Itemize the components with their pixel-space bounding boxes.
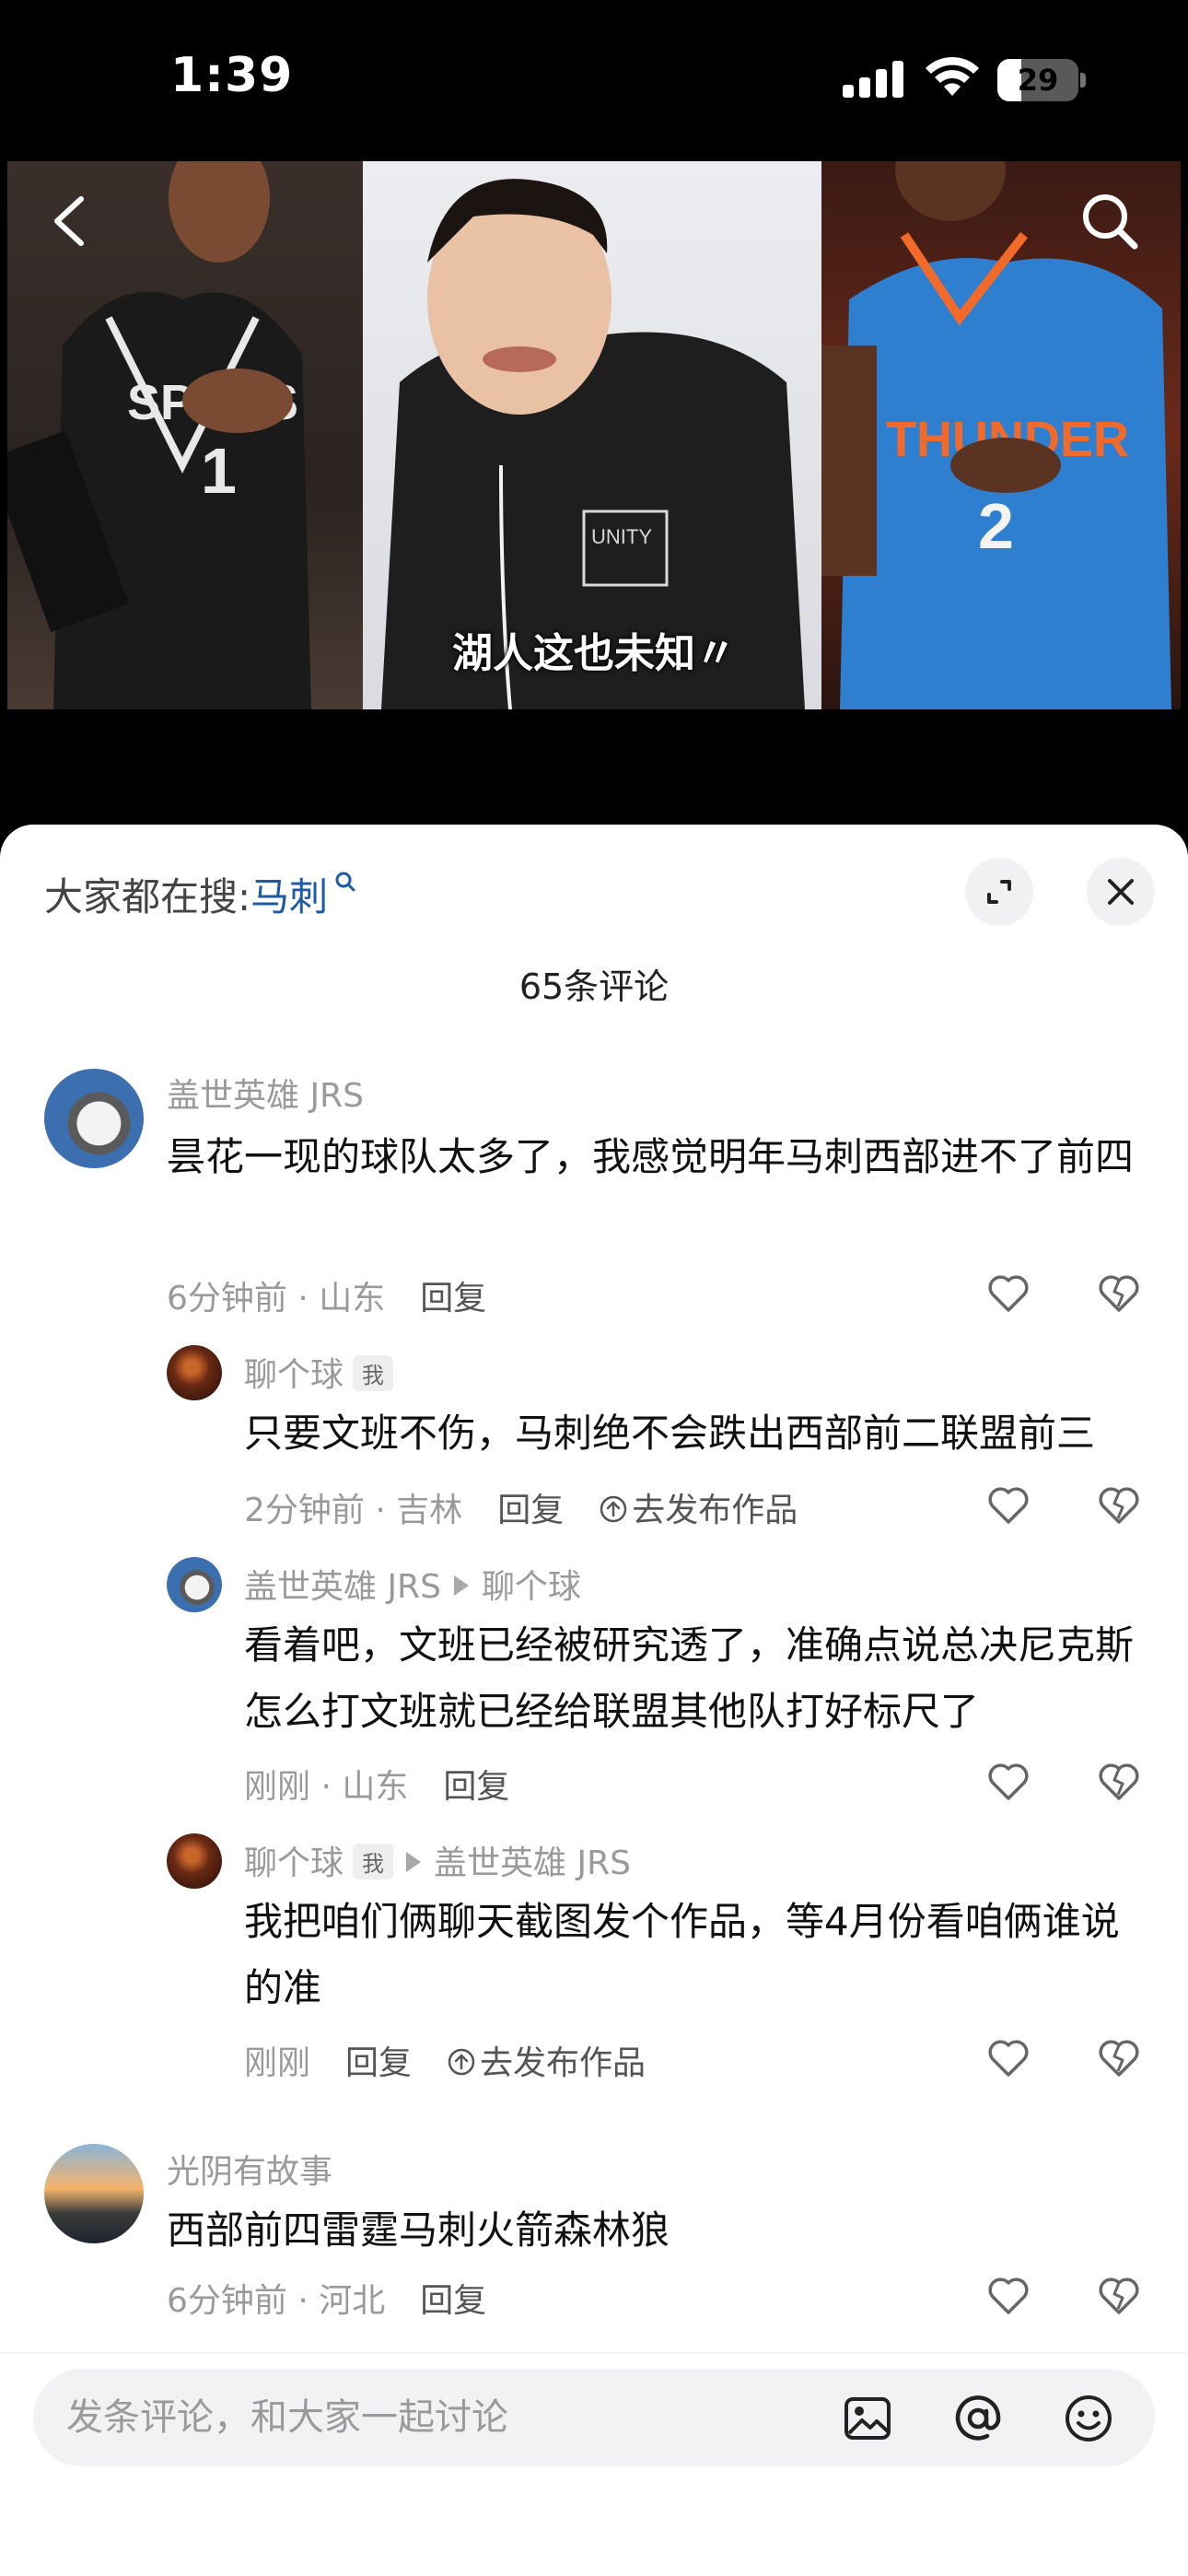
heart-icon[interactable] [985, 2034, 1031, 2080]
comment-username[interactable]: 光阴有故事 [167, 2145, 332, 2193]
comment-meta: 6分钟前 · 河北 回复 [167, 2274, 486, 2322]
wifi-icon [926, 56, 979, 96]
emoji-icon[interactable] [1063, 2393, 1114, 2444]
broken-heart-icon[interactable] [1096, 1758, 1142, 1804]
comment-username[interactable]: 盖世英雄 JRS [167, 1069, 364, 1117]
expand-icon [987, 880, 1011, 904]
reply-button[interactable]: 回复 [443, 1768, 509, 1806]
comment-text: 西部前四雷霆马刺火箭森林狼 [167, 2207, 670, 2253]
publish-button[interactable]: 去发布作品 [599, 1492, 798, 1529]
hot-search-keyword[interactable]: 马刺 [250, 874, 328, 919]
me-tag: 我 [353, 1843, 394, 1879]
svg-text:UNITY: UNITY [591, 525, 652, 548]
status-bar: 1:39 29 [0, 0, 1188, 161]
me-tag: 我 [353, 1354, 394, 1391]
broken-heart-icon[interactable] [1096, 1481, 1142, 1528]
at-icon[interactable] [952, 2393, 1004, 2444]
username[interactable]: 聊个球 [244, 1356, 344, 1394]
svg-text:1: 1 [201, 435, 237, 507]
username[interactable]: 聊个球 [244, 1844, 344, 1882]
reply-username[interactable]: 聊个球我 [244, 1348, 394, 1396]
search-icon[interactable] [1077, 189, 1142, 253]
comment-time: 刚刚 [244, 2044, 311, 2082]
comment-meta: 刚刚 回复 去发布作品 [244, 2036, 646, 2084]
broken-heart-icon[interactable] [1096, 2272, 1142, 2318]
comment-input[interactable] [66, 2369, 821, 2466]
video-player[interactable]: SPURS 1 UNITY THUNDER 2 湖人这也未知〃 [0, 161, 1188, 714]
reply-arrow-icon [453, 1575, 469, 1596]
reply-button[interactable]: 回复 [497, 1492, 564, 1529]
battery-level: 29 [1017, 63, 1059, 98]
heart-icon[interactable] [985, 1481, 1031, 1528]
video-subtitle: 湖人这也未知〃 [452, 630, 736, 677]
heart-icon[interactable] [985, 1758, 1031, 1804]
comment-meta: 6分钟前 · 山东 回复 [167, 1271, 486, 1319]
comment-input-bar [0, 2352, 1188, 2576]
reply-arrow-icon [406, 1852, 422, 1872]
comment-text: 只要文班不伤，马刺绝不会跌出西部前二联盟前三 [244, 1411, 1096, 1456]
comment-time: 刚刚 · 山东 [244, 1768, 409, 1806]
svg-text:2: 2 [978, 490, 1014, 562]
comment-count: 65条评论 [518, 966, 670, 1007]
close-button[interactable] [1087, 858, 1155, 926]
comment-text: 看着吧，文班已经被研究透了，准确点说总决尼克斯怎么打文班就已经给联盟其他队打好标… [244, 1622, 1135, 1734]
image-icon[interactable] [842, 2393, 893, 2444]
comment-text: 我把咱们俩聊天截图发个作品，等4月份看咱俩谁说的准 [244, 1899, 1120, 2010]
username[interactable]: 盖世英雄 JRS [167, 1077, 364, 1115]
comment-time: 6分钟前 · 河北 [167, 2282, 386, 2320]
status-time: 1:39 [170, 48, 294, 103]
reply-button[interactable]: 回复 [345, 2044, 412, 2082]
publish-label: 去发布作品 [480, 2044, 646, 2082]
username[interactable]: 盖世英雄 JRS [244, 1568, 441, 1606]
avatar[interactable] [167, 1345, 222, 1400]
avatar[interactable] [167, 1557, 222, 1612]
comment-input-box[interactable] [33, 2369, 1155, 2466]
reply-username[interactable]: 盖世英雄 JRS 聊个球 [244, 1560, 581, 1608]
username[interactable]: 光阴有故事 [167, 2153, 332, 2191]
broken-heart-icon[interactable] [1096, 2034, 1142, 2080]
hot-search-prefix: 大家都在搜: [44, 874, 251, 919]
publish-icon [600, 1495, 627, 1523]
expand-button[interactable] [965, 858, 1033, 926]
reply-to-username[interactable]: 聊个球 [482, 1568, 581, 1606]
broken-heart-icon[interactable] [1096, 1270, 1142, 1316]
avatar[interactable] [44, 2144, 144, 2243]
comment-meta: 刚刚 · 山东 回复 [244, 1760, 509, 1808]
avatar[interactable] [44, 1069, 144, 1168]
reply-button[interactable]: 回复 [420, 2282, 486, 2320]
publish-icon [448, 2048, 475, 2076]
heart-icon[interactable] [985, 1270, 1031, 1316]
comment-time: 2分钟前 · 吉林 [244, 1492, 463, 1529]
publish-button[interactable]: 去发布作品 [447, 2044, 646, 2082]
battery-icon: 29 [997, 59, 1086, 101]
cellular-signal-icon [843, 61, 903, 98]
heart-icon[interactable] [985, 2272, 1031, 2318]
reply-username[interactable]: 聊个球我 盖世英雄 JRS [244, 1836, 631, 1884]
reply-button[interactable]: 回复 [420, 1280, 486, 1317]
avatar[interactable] [167, 1833, 222, 1889]
publish-label: 去发布作品 [632, 1492, 798, 1529]
close-icon [1108, 879, 1134, 905]
back-icon[interactable] [46, 193, 92, 249]
comment-meta: 2分钟前 · 吉林 回复 去发布作品 [244, 1483, 798, 1531]
comment-time: 6分钟前 · 山东 [167, 1280, 386, 1317]
hot-search[interactable]: 大家都在搜:马刺 [44, 866, 357, 922]
search-icon [335, 872, 355, 892]
comment-text: 昙花一现的球队太多了，我感觉明年马刺西部进不了前四 [167, 1134, 1135, 1179]
reply-to-username[interactable]: 盖世英雄 JRS [434, 1844, 631, 1882]
comment-sheet: 大家都在搜:马刺 65条评论 盖世英雄 JRS 昙花一现的球队太多了，我感觉明年… [0, 825, 1188, 2576]
